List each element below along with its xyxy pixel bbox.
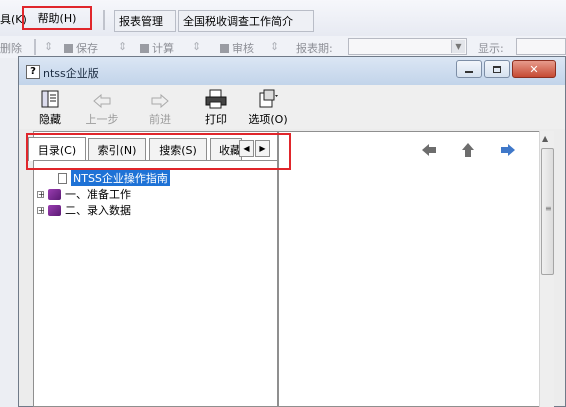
close-icon: ✕ <box>529 62 539 76</box>
scroll-up-icon[interactable]: ▲ <box>542 134 548 143</box>
grip-icon: ⇕ <box>192 40 202 53</box>
tab-report-management-label: 报表管理 <box>119 15 163 28</box>
host-left-panel <box>0 58 18 407</box>
tree-item-data-entry[interactable]: + 二、录入数据 <box>37 202 131 218</box>
minimize-button[interactable] <box>456 60 482 78</box>
scrollbar-thumb[interactable]: ≡ <box>541 148 554 275</box>
report-period-label: 报表期: <box>296 42 333 55</box>
forward-button[interactable]: 前进 <box>137 89 183 127</box>
printer-icon <box>193 89 239 109</box>
grip-icon: ⇕ <box>44 40 54 53</box>
host-menubar: 具(K) 帮助(H) 报表管理 全国税收调查工作简介 <box>0 0 566 37</box>
options-icon <box>245 89 291 109</box>
tree-item-label: NTSS企业操作指南 <box>71 170 170 186</box>
tree-item-label: 二、录入数据 <box>65 204 131 217</box>
display-label: 显示: <box>478 42 504 55</box>
next-topic-icon[interactable] <box>500 143 516 160</box>
print-label: 打印 <box>205 113 227 126</box>
back-label: 上一步 <box>85 113 119 126</box>
window-title: ntss企业版 <box>43 67 99 80</box>
tree-item-guide[interactable]: NTSS企业操作指南 <box>58 170 170 186</box>
book-icon <box>48 188 61 200</box>
back-arrow-icon <box>79 89 125 109</box>
report-period-select[interactable]: ▼ <box>348 38 467 55</box>
display-select[interactable] <box>516 38 566 55</box>
back-button[interactable]: 上一步 <box>79 89 125 127</box>
tree-item-preparation[interactable]: + 一、准备工作 <box>37 186 131 202</box>
calculator-icon <box>140 44 149 53</box>
tree-item-label: 一、准备工作 <box>65 188 131 201</box>
up-topic-icon[interactable] <box>461 142 475 161</box>
expand-icon[interactable]: + <box>37 190 45 198</box>
calculate-button[interactable]: 计算 <box>140 40 174 56</box>
menu-separator <box>103 10 105 30</box>
help-toolbar: 隐藏 上一步 前进 打印 选项(O) <box>19 85 565 129</box>
help-titlebar[interactable]: ? ntss企业版 ✕ <box>19 57 565 85</box>
audit-icon <box>220 44 229 53</box>
save-icon <box>64 44 73 53</box>
forward-label: 前进 <box>149 113 171 126</box>
grip-icon: ≡ <box>545 204 552 213</box>
options-button[interactable]: 选项(O) <box>245 89 291 127</box>
forward-arrow-icon <box>137 89 183 109</box>
page-icon <box>58 172 67 184</box>
tabs-highlight-box <box>26 133 291 170</box>
close-button[interactable]: ✕ <box>512 60 556 78</box>
delete-button[interactable]: 删除 <box>0 40 22 56</box>
help-app-icon: ? <box>26 65 40 79</box>
hide-button[interactable]: 隐藏 <box>27 89 73 127</box>
content-scrollbar[interactable]: ▲ ≡ <box>539 131 554 407</box>
save-button[interactable]: 保存 <box>64 40 98 56</box>
menu-help-label: 帮助(H) <box>37 12 77 25</box>
maximize-button[interactable] <box>484 60 510 78</box>
hide-pane-icon <box>27 89 73 109</box>
grip-icon: ⇕ <box>118 40 128 53</box>
maximize-icon <box>493 65 501 73</box>
hide-label: 隐藏 <box>39 113 61 126</box>
content-pane <box>278 131 554 407</box>
grip-icon: ⇕ <box>270 40 280 53</box>
previous-topic-icon[interactable] <box>421 143 437 160</box>
tab-report-management[interactable]: 报表管理 <box>114 10 176 32</box>
print-button[interactable]: 打印 <box>193 89 239 127</box>
book-icon <box>48 204 61 216</box>
tab-survey-intro-label: 全国税收调查工作简介 <box>183 15 293 28</box>
audit-button[interactable]: 审核 <box>220 40 254 56</box>
chevron-down-icon[interactable]: ▼ <box>451 40 465 53</box>
toolbar-separator <box>34 39 36 55</box>
menu-help[interactable]: 帮助(H) <box>22 6 92 30</box>
expand-icon[interactable]: + <box>37 206 45 214</box>
options-label: 选项(O) <box>248 113 288 126</box>
tab-survey-intro[interactable]: 全国税收调查工作简介 <box>178 10 314 32</box>
minimize-icon <box>465 71 473 73</box>
